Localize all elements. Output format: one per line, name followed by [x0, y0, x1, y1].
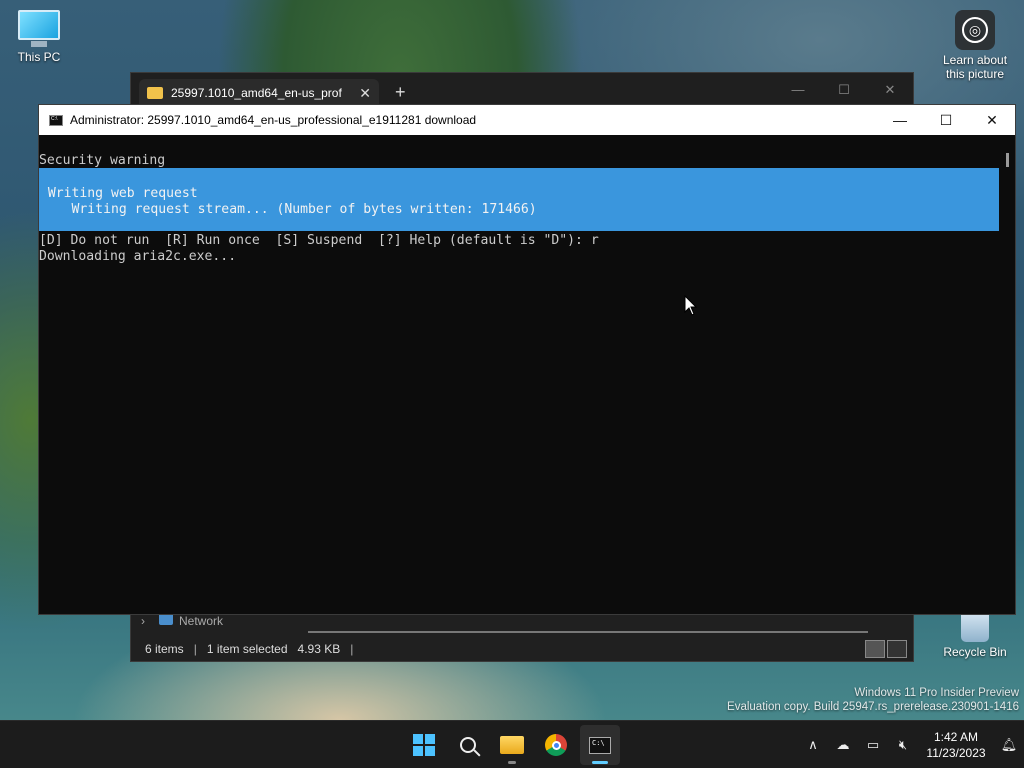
desktop-icon-label: Learn about this picture — [942, 53, 1008, 81]
windows-logo-icon — [413, 734, 435, 756]
monitor-icon — [18, 10, 60, 40]
console-title: Administrator: 25997.1010_amd64_en-us_pr… — [70, 113, 477, 127]
console-line-prompt: [D] Do not run [R] Run once [S] Suspend … — [39, 233, 599, 248]
close-button[interactable]: ✕ — [867, 82, 913, 98]
terminal-icon: C:\ — [589, 736, 611, 754]
console-line-downloading: Downloading aria2c.exe... — [39, 249, 237, 264]
running-indicator — [508, 761, 516, 764]
explorer-status-bar: 6 items | 1 item selected 4.93 KB | — [131, 637, 913, 661]
search-button[interactable] — [448, 725, 488, 765]
mouse-cursor-icon — [684, 295, 698, 316]
watermark-edition: Windows 11 Pro Insider Preview — [854, 687, 1019, 699]
progress-status: Writing request stream... (Number of byt… — [40, 202, 537, 217]
terminal-taskbar-button[interactable]: C:\ — [580, 725, 620, 765]
clock[interactable]: 1:42 AM 11/23/2023 — [918, 729, 994, 761]
status-item-count: 6 items — [145, 642, 184, 656]
taskbar-apps: C:\ — [404, 721, 620, 768]
desktop-icon-learn-about-picture[interactable]: ◎ Learn about this picture — [933, 10, 1017, 81]
close-button[interactable]: ✕ — [969, 105, 1015, 135]
command-prompt-icon — [49, 114, 63, 126]
view-toggle — [865, 640, 907, 658]
volume-muted-icon[interactable]: 🔇︎ — [888, 721, 918, 768]
horizontal-scrollbar[interactable] — [308, 631, 868, 633]
taskbar: C:\ ∧ ☁ ▭ 🔇︎ 1:42 AM 11/23/2023 🔔︎ — [0, 720, 1024, 768]
clock-time: 1:42 AM — [933, 730, 979, 744]
show-hidden-icons-button[interactable]: ∧ — [798, 721, 828, 768]
search-icon — [460, 737, 476, 753]
console-output[interactable]: Security warning Writing web request Wri… — [39, 135, 1015, 616]
minimize-button[interactable]: — — [775, 82, 821, 98]
notification-bell-icon[interactable]: 🔔︎ — [994, 721, 1024, 768]
desktop-icon-recycle-bin[interactable]: Recycle Bin — [933, 612, 1017, 659]
status-size: 4.93 KB — [297, 642, 341, 656]
tiles-view-button[interactable] — [887, 640, 907, 658]
windows-watermark: Windows 11 Pro Insider Preview Evaluatio… — [727, 686, 1019, 714]
status-separator: | — [193, 642, 197, 656]
chrome-taskbar-button[interactable] — [536, 725, 576, 765]
explorer-tab-bar: 25997.1010_amd64_en-us_prof ✕ + — ☐ ✕ — [131, 73, 913, 107]
maximize-button[interactable]: ☐ — [923, 105, 969, 135]
console-window[interactable]: Administrator: 25997.1010_amd64_en-us_pr… — [38, 104, 1016, 615]
watermark-build: Evaluation copy. Build 25947.rs_prerelea… — [727, 701, 1019, 713]
status-selection: 1 item selected — [206, 642, 288, 656]
folder-icon — [147, 87, 163, 99]
details-view-button[interactable] — [865, 640, 885, 658]
new-tab-button[interactable]: + — [395, 82, 406, 103]
explorer-tab[interactable]: 25997.1010_amd64_en-us_prof ✕ — [139, 79, 379, 107]
minimize-button[interactable]: — — [877, 105, 923, 135]
status-separator: | — [350, 642, 354, 656]
file-explorer-icon — [500, 736, 524, 754]
nav-network-label: Network — [179, 614, 224, 628]
recycle-bin-icon — [961, 612, 989, 642]
console-line-security-warning: Security warning — [39, 153, 166, 168]
maximize-button[interactable]: ☐ — [821, 82, 867, 98]
clock-date: 11/23/2023 — [926, 746, 986, 760]
start-button[interactable] — [404, 725, 444, 765]
desktop-icon-label: Recycle Bin — [943, 645, 1007, 659]
vertical-scrollbar-thumb[interactable] — [1006, 153, 1009, 167]
desktop-icon-label: This PC — [17, 50, 61, 64]
explorer-tab-label: 25997.1010_amd64_en-us_prof — [171, 86, 342, 100]
file-explorer-taskbar-button[interactable] — [492, 725, 532, 765]
network-status-icon[interactable]: ▭ — [858, 721, 888, 768]
system-tray: ∧ ☁ ▭ 🔇︎ 1:42 AM 11/23/2023 🔔︎ — [798, 721, 1024, 768]
camera-icon: ◎ — [955, 10, 995, 50]
onedrive-icon[interactable]: ☁ — [828, 721, 858, 768]
progress-activity: Writing web request — [40, 186, 198, 201]
chrome-icon — [545, 734, 567, 756]
console-title-bar[interactable]: Administrator: 25997.1010_amd64_en-us_pr… — [39, 105, 1015, 135]
monitor-stand — [31, 41, 47, 47]
running-indicator — [592, 761, 608, 764]
desktop-icon-this-pc[interactable]: This PC — [0, 10, 81, 64]
progress-block: Writing web request Writing request stre… — [39, 168, 999, 231]
explorer-window-controls: — ☐ ✕ — [775, 82, 913, 98]
close-tab-icon[interactable]: ✕ — [359, 85, 371, 102]
